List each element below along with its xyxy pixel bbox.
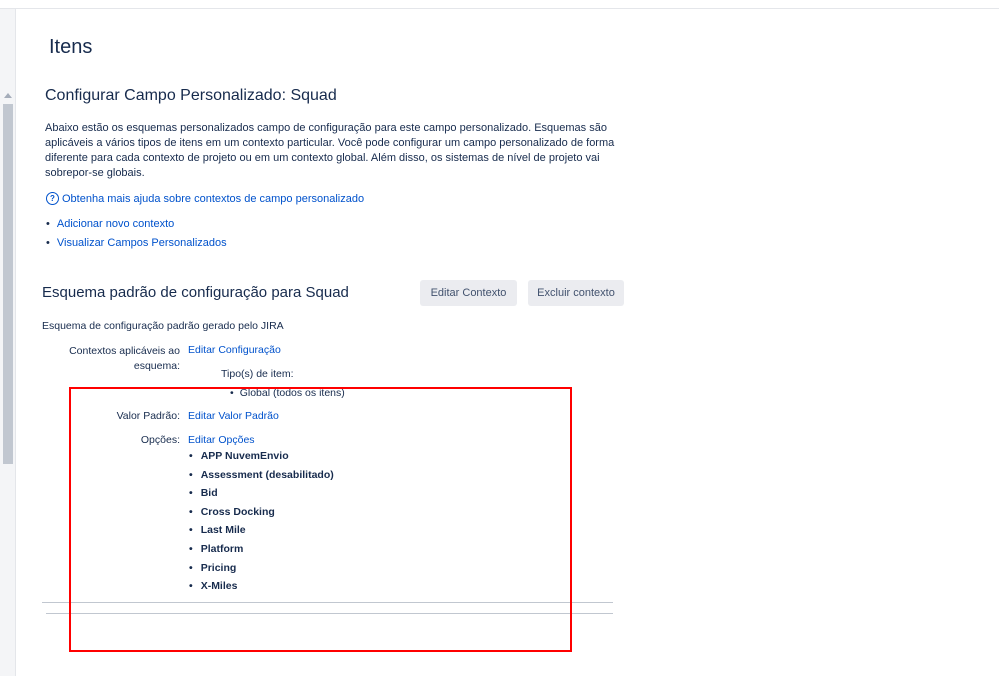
config-description: Abaixo estão os esquemas personalizados … [45, 122, 615, 179]
page-title: Itens [49, 36, 93, 58]
edit-context-button[interactable]: Editar Contexto [420, 280, 517, 306]
left-scrollbar[interactable] [0, 9, 16, 676]
view-custom-fields-link[interactable]: Visualizar Campos Personalizados [45, 236, 227, 255]
help-link[interactable]: ? Obtenha mais ajuda sobre contextos de … [46, 192, 364, 205]
help-link-label[interactable]: Obtenha mais ajuda sobre contextos de ca… [62, 193, 364, 205]
scheme-title: Esquema padrão de configuração para Squa… [42, 284, 349, 301]
config-title: Configurar Campo Personalizado: Squad [45, 87, 337, 104]
contexts-label: Contextos aplicáveis ao esquema: [69, 345, 180, 372]
top-border [0, 8, 999, 9]
delete-context-button[interactable]: Excluir contexto [528, 280, 624, 306]
edit-configuration-link[interactable]: Editar Configuração [188, 344, 281, 356]
issue-types-label: Tipo(s) de item: [221, 368, 294, 380]
question-circle-icon: ? [46, 192, 59, 205]
scroll-up-arrow-icon[interactable] [4, 93, 12, 98]
action-links: Adicionar novo contexto Visualizar Campo… [45, 217, 227, 255]
add-context-link[interactable]: Adicionar novo contexto [45, 217, 227, 236]
scroll-thumb[interactable] [3, 104, 13, 464]
highlight-box [69, 387, 572, 652]
scheme-description: Esquema de configuração padrão gerado pe… [42, 320, 284, 332]
